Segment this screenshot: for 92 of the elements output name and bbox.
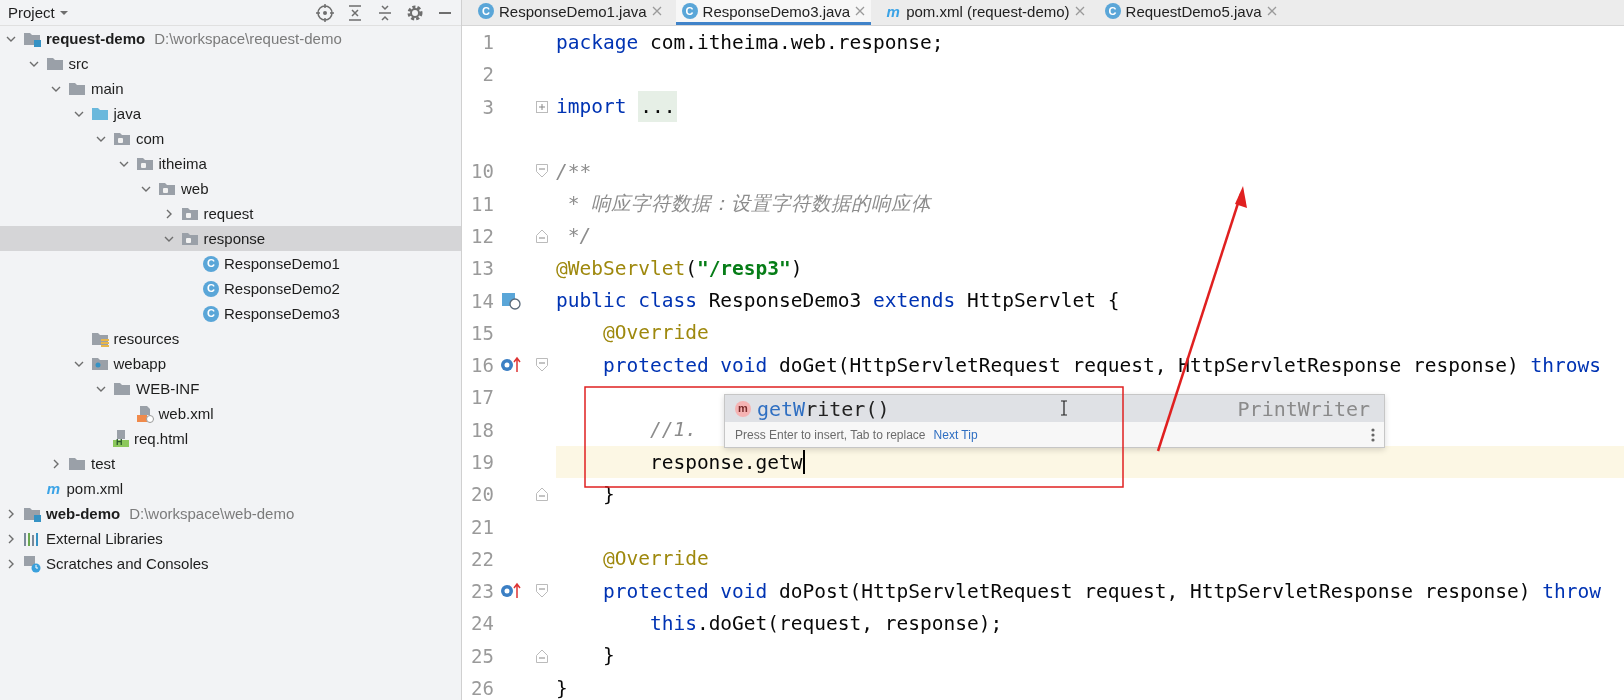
line-number: 22 [470, 547, 494, 570]
code-line: protected void doPost(HttpServletRequest request, HttpServletResponse response) throw [601, 579, 1601, 603]
editor-tab[interactable]: m pom.xml (request-demo) [879, 0, 1091, 25]
tree-item[interactable]: WEB-INF [0, 376, 461, 401]
maven-file-icon: m [885, 3, 902, 19]
tree-item[interactable]: C ResponseDemo2 [0, 276, 461, 301]
text-cursor-icon [1060, 400, 1068, 416]
line-number: 3 [481, 95, 494, 118]
line-number: 11 [470, 192, 494, 215]
override-icon[interactable] [500, 356, 522, 375]
line-number: 1 [481, 31, 494, 54]
code-line: * 响应字符数据：设置字符数据的响应体 [566, 191, 932, 218]
line-number: 21 [470, 515, 494, 538]
tree-item[interactable]: itheima [0, 151, 461, 176]
line-number: 26 [470, 677, 494, 700]
tree-item[interactable]: java [0, 101, 461, 126]
class-icon: C [203, 255, 219, 272]
tree-item[interactable]: C ResponseDemo1 [0, 251, 461, 276]
editor-tab[interactable]: C ResponseDemo3.java [675, 0, 872, 25]
method-name: getWriter() [757, 396, 890, 421]
editor-tab[interactable]: C RequestDemo5.java [1098, 0, 1283, 25]
code-line: } [556, 676, 568, 700]
completion-item[interactable]: m getWriter() PrintWriter [725, 395, 1384, 422]
completion-hint: Press Enter to insert, Tab to replace [735, 427, 926, 442]
class-icon: C [478, 3, 494, 19]
line-number: 13 [470, 257, 494, 280]
editor-tab[interactable]: C ResponseDemo1.java [472, 0, 668, 25]
tree-item[interactable]: test [0, 451, 461, 476]
tree-item[interactable]: request-demo D:\workspace\request-demo [0, 26, 461, 51]
servlet-icon [501, 291, 521, 310]
close-icon[interactable] [855, 6, 866, 16]
tree-item[interactable]: External Libraries [0, 526, 461, 551]
module-path: D:\workspace\request-demo [154, 30, 342, 47]
close-icon[interactable] [1074, 6, 1085, 16]
code-line: /** [556, 159, 592, 183]
line-number: 12 [470, 224, 494, 247]
code-line: //1. [648, 418, 697, 442]
code-line: public class ResponseDemo3 extends HttpServlet { [556, 289, 1120, 312]
tree-item[interactable]: web [0, 176, 461, 201]
html-file-icon: H [113, 430, 129, 447]
line-number: 15 [470, 321, 494, 344]
panel-title[interactable]: Project [8, 4, 55, 21]
more-options-icon[interactable] [1370, 426, 1376, 443]
maven-file-icon: m [45, 480, 62, 497]
line-number: 18 [470, 418, 494, 441]
line-number: 10 [470, 160, 494, 183]
xml-file-icon [135, 404, 154, 423]
tree-item[interactable]: H req.html [0, 426, 461, 451]
class-icon: C [1104, 3, 1121, 19]
tree-item[interactable]: main [0, 76, 461, 101]
fold-expand-icon[interactable] [536, 100, 548, 113]
code-line: response.getw [648, 450, 803, 474]
tree-item[interactable]: src [0, 51, 461, 76]
tree-item[interactable]: webapp [0, 351, 461, 376]
code-line: @WebServlet("/resp3") [556, 256, 803, 280]
next-tip-link[interactable]: Next Tip [933, 427, 978, 442]
tree-item[interactable]: response [0, 226, 461, 251]
close-icon[interactable] [651, 6, 662, 16]
line-number: 14 [470, 289, 494, 312]
line-number: 24 [470, 612, 494, 635]
class-icon: C [681, 3, 698, 19]
tree-item[interactable]: Scratches and Consoles [0, 551, 461, 576]
class-icon: C [203, 305, 219, 322]
code-line: this.doGet(request, response); [648, 612, 1003, 635]
code-line: */ [566, 224, 592, 248]
tree-item[interactable]: request [0, 201, 461, 226]
tree-item[interactable]: C ResponseDemo3 [0, 301, 461, 326]
line-number: 2 [481, 63, 494, 86]
line-number: 16 [470, 354, 494, 377]
return-type: PrintWriter [1237, 396, 1370, 421]
class-icon: C [203, 280, 219, 297]
close-icon[interactable] [1266, 6, 1277, 16]
module-path: D:\workspace\web-demo [129, 505, 295, 522]
line-number: 20 [470, 483, 494, 506]
method-icon: m [735, 400, 751, 417]
code-line: package com.itheima.web.response; [556, 30, 944, 54]
tree-item[interactable]: resources [0, 326, 461, 351]
code-line: } [601, 644, 615, 668]
line-number: 19 [470, 451, 494, 473]
tree-item[interactable]: web.xml [0, 401, 461, 426]
line-number: 25 [470, 644, 494, 667]
code-line: @Override [601, 547, 709, 571]
line-number: 23 [470, 580, 494, 603]
line-number: 17 [470, 386, 494, 409]
code-line: } [601, 482, 615, 506]
override-icon[interactable] [500, 582, 522, 601]
tree-item[interactable]: com [0, 126, 461, 151]
scratches-icon [23, 554, 41, 573]
code-line: @Override [601, 321, 709, 345]
tree-item[interactable]: m pom.xml [0, 476, 461, 501]
locate-icon[interactable] [315, 2, 335, 23]
tree-item[interactable]: web-demo D:\workspace\web-demo [0, 501, 461, 526]
